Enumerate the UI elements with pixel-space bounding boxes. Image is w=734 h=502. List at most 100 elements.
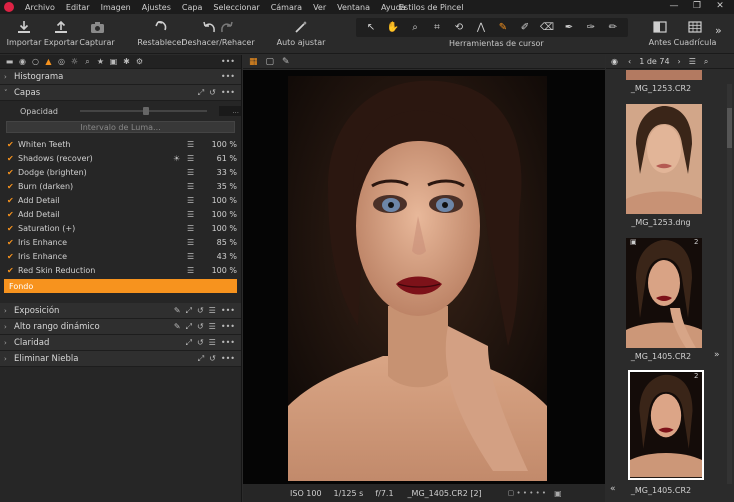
- opacity-slider[interactable]: [79, 107, 208, 115]
- reset-section-icon[interactable]: ↺: [209, 354, 216, 364]
- keystone-icon[interactable]: ⋀: [470, 22, 492, 33]
- layer-item[interactable]: ✔ Dodge (brighten) ☰ 33 %: [4, 165, 237, 179]
- exposure-tab-icon[interactable]: ☼: [68, 57, 81, 66]
- layer-adjust-icon[interactable]: ☰: [187, 168, 203, 177]
- spot-icon[interactable]: ✏: [602, 22, 624, 33]
- help-icon[interactable]: ⤢: [198, 354, 204, 364]
- favorites-tab-icon[interactable]: ★: [94, 57, 107, 66]
- more-options-icon[interactable]: •••: [221, 57, 235, 66]
- eye-icon[interactable]: ◉: [611, 57, 618, 66]
- previous-icon[interactable]: ‹: [628, 57, 631, 66]
- help-icon[interactable]: ⤢: [186, 322, 192, 332]
- more-options-icon[interactable]: •••: [221, 306, 235, 316]
- auto-adjust-button[interactable]: Auto ajustar: [277, 17, 325, 47]
- minimize-button[interactable]: —: [664, 1, 684, 11]
- picker-icon[interactable]: ✎: [174, 306, 181, 316]
- reset-section-icon[interactable]: ↺: [197, 306, 204, 316]
- color-tag-icon[interactable]: ▣: [554, 489, 562, 498]
- menu-ajustes[interactable]: Ajustes: [137, 3, 177, 12]
- histogram-section[interactable]: › Histograma •••: [0, 69, 241, 85]
- menu-camara[interactable]: Cámara: [266, 3, 308, 12]
- zoom-icon[interactable]: ⌕: [404, 22, 426, 33]
- layer-item[interactable]: ✔ Saturation (+) ☰ 100 %: [4, 221, 237, 235]
- browser-scrollbar[interactable]: [727, 84, 732, 484]
- layers-section[interactable]: ˅ Capas ⤢ ↺ •••: [0, 85, 241, 101]
- lens-tab-icon[interactable]: ○: [29, 57, 42, 66]
- close-button[interactable]: ✕: [710, 1, 730, 11]
- presets-icon[interactable]: ☰: [209, 338, 216, 348]
- menu-archivo[interactable]: Archivo: [20, 3, 61, 12]
- details-tab-icon[interactable]: ⌕: [81, 57, 94, 67]
- layer-item[interactable]: ✔ Whiten Teeth ☰ 100 %: [4, 137, 237, 151]
- layer-adjust-icon[interactable]: ☰: [187, 140, 203, 149]
- hdr-section[interactable]: › Alto rango dinámico ✎ ⤢ ↺ ☰ •••: [0, 319, 241, 335]
- brush-icon[interactable]: ✎: [492, 22, 514, 33]
- help-icon[interactable]: ⤢: [186, 338, 192, 348]
- reset-section-icon[interactable]: ↺: [197, 338, 204, 348]
- sort-icon[interactable]: ☰: [689, 57, 696, 66]
- help-icon[interactable]: ⤢: [186, 306, 192, 316]
- layer-checkbox[interactable]: ✔: [7, 210, 18, 219]
- more-options-icon[interactable]: •••: [221, 354, 235, 364]
- layer-adjust-icon[interactable]: ☰: [187, 182, 203, 191]
- metadata-tab-icon[interactable]: ▣: [107, 57, 120, 66]
- reset-button[interactable]: Restablecer: [137, 17, 185, 47]
- settings-tab-icon[interactable]: ⚙: [133, 57, 146, 66]
- next-icon[interactable]: ›: [678, 57, 681, 66]
- expand-chevron-icon[interactable]: »: [715, 24, 722, 37]
- layer-checkbox[interactable]: ✔: [7, 252, 18, 261]
- picker-icon[interactable]: ✒: [558, 22, 580, 33]
- annotate-icon[interactable]: ✑: [580, 22, 602, 33]
- layer-adjust-icon[interactable]: ☰: [187, 196, 203, 205]
- capture-tab-icon[interactable]: ◉: [16, 57, 29, 66]
- import-button[interactable]: Importar: [7, 17, 41, 47]
- single-view-icon[interactable]: ▢: [266, 57, 275, 67]
- library-tab-icon[interactable]: ▬: [3, 57, 16, 66]
- layer-checkbox[interactable]: ✔: [7, 154, 18, 163]
- layer-item[interactable]: ✔ Add Detail ☰ 100 %: [4, 207, 237, 221]
- rating-dots-icon[interactable]: ▢ • • • • •: [508, 489, 546, 497]
- grid-button[interactable]: Cuadrícula: [674, 17, 716, 47]
- layer-adjust-icon[interactable]: ☰: [187, 266, 203, 275]
- layer-checkbox[interactable]: ✔: [7, 140, 18, 149]
- exposure-section[interactable]: › Exposición ✎ ⤢ ↺ ☰ •••: [0, 303, 241, 319]
- eraser-icon[interactable]: ⌫: [536, 22, 558, 33]
- layer-checkbox[interactable]: ✔: [7, 266, 18, 275]
- thumbnail[interactable]: [626, 70, 702, 80]
- capture-button[interactable]: Capturar: [79, 17, 115, 47]
- presets-icon[interactable]: ☰: [209, 306, 216, 316]
- presets-icon[interactable]: ☰: [209, 322, 216, 332]
- menu-capa[interactable]: Capa: [177, 3, 208, 12]
- layer-item[interactable]: ✔ Iris Enhance ☰ 43 %: [4, 249, 237, 263]
- layer-item[interactable]: ✔ Red Skin Reduction ☰ 100 %: [4, 263, 237, 277]
- export-button[interactable]: Exportar: [44, 17, 78, 47]
- dehaze-section[interactable]: › Eliminar Niebla ⤢ ↺ •••: [0, 351, 241, 367]
- help-icon[interactable]: ⤢: [198, 88, 204, 98]
- layer-checkbox[interactable]: ✔: [7, 168, 18, 177]
- layer-adjust-icon[interactable]: ☰: [187, 210, 203, 219]
- undo-redo-buttons[interactable]: Deshacer/Rehacer: [181, 17, 255, 47]
- select-cursor-icon[interactable]: ↖: [360, 22, 382, 33]
- more-options-icon[interactable]: •••: [221, 322, 235, 332]
- layers-tab-icon[interactable]: ▲: [42, 57, 55, 66]
- gradient-icon[interactable]: ✐: [514, 22, 536, 33]
- layer-adjust-icon[interactable]: ☰: [187, 224, 203, 233]
- multi-view-icon[interactable]: ▦: [249, 57, 258, 67]
- reset-section-icon[interactable]: ↺: [197, 322, 204, 332]
- more-options-icon[interactable]: •••: [221, 72, 235, 81]
- layer-checkbox[interactable]: ✔: [7, 224, 18, 233]
- opacity-slider-knob[interactable]: [142, 107, 149, 115]
- color-tab-icon[interactable]: ◎: [55, 57, 68, 66]
- scrollbar-thumb[interactable]: [727, 108, 732, 148]
- before-button[interactable]: Antes: [648, 17, 672, 47]
- search-icon[interactable]: ⌕: [704, 57, 708, 67]
- menu-ventana[interactable]: Ventana: [332, 3, 376, 12]
- layer-adjust-icon[interactable]: ☰: [187, 252, 203, 261]
- layer-checkbox[interactable]: ✔: [7, 182, 18, 191]
- opacity-value-field[interactable]: ...: [219, 106, 241, 116]
- reset-section-icon[interactable]: ↺: [209, 88, 216, 98]
- layer-checkbox[interactable]: ✔: [7, 238, 18, 247]
- more-options-icon[interactable]: •••: [221, 88, 235, 98]
- chevron-right-icon[interactable]: »: [714, 350, 720, 360]
- thumbnail-selected[interactable]: [628, 370, 704, 480]
